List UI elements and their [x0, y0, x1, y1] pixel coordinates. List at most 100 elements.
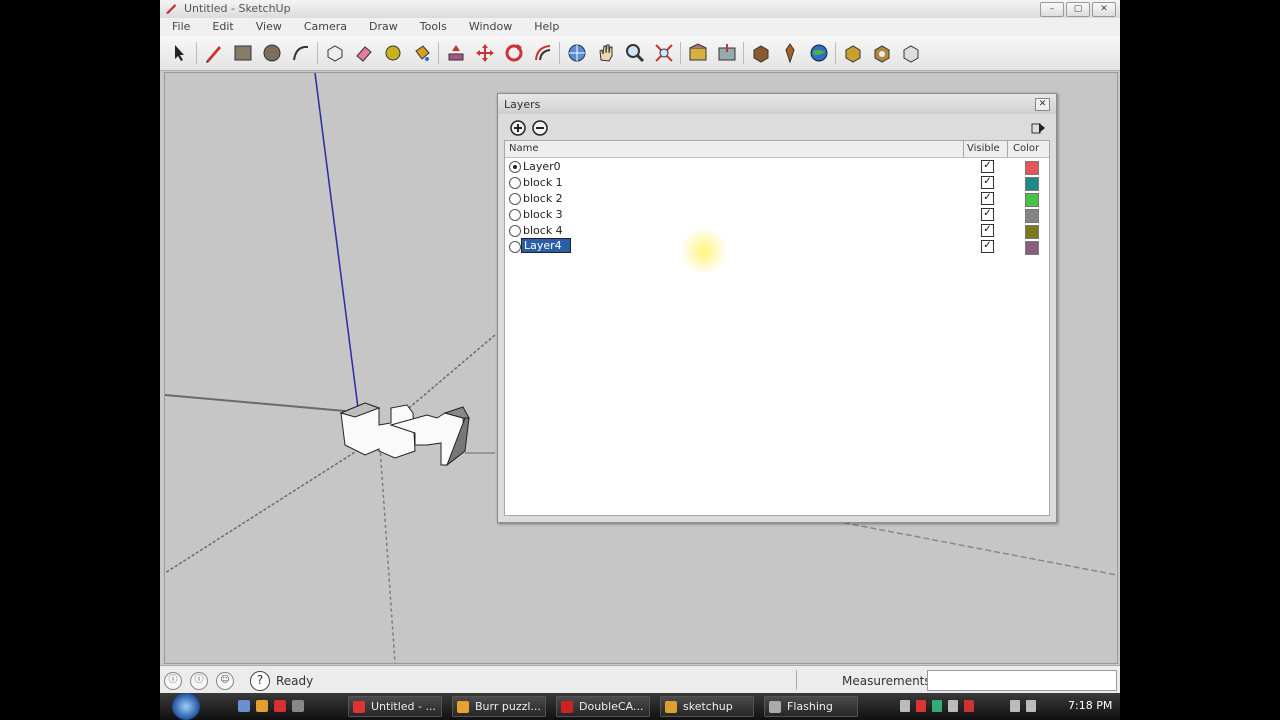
minimize-button[interactable]: –	[1040, 2, 1064, 17]
layer-row[interactable]: block 3 ✓	[505, 207, 1049, 223]
menu-view[interactable]: View	[244, 18, 292, 36]
layers-details-button[interactable]	[1030, 120, 1046, 136]
close-button[interactable]: ✕	[1092, 2, 1116, 17]
task-flashing[interactable]: Flashing	[764, 696, 858, 717]
layer-row[interactable]: Layer0 ✓	[505, 159, 1049, 175]
pencil-tool[interactable]	[202, 41, 226, 65]
google-earth-tool[interactable]	[807, 41, 831, 65]
layer-visible-checkbox[interactable]: ✓	[981, 160, 994, 173]
task-sketchup[interactable]: Untitled - ...	[348, 696, 442, 717]
circle-tool[interactable]	[260, 41, 284, 65]
tape-measure-tool[interactable]	[381, 41, 405, 65]
layer-row[interactable]: block 1 ✓	[505, 175, 1049, 191]
zoom-extents-tool[interactable]	[652, 41, 676, 65]
push-pull-tool[interactable]	[444, 41, 468, 65]
active-layer-radio[interactable]	[509, 177, 521, 189]
layer-row[interactable]: Layer4 ✓	[505, 238, 1049, 255]
layers-dialog-close-button[interactable]: ✕	[1035, 98, 1050, 111]
menu-window[interactable]: Window	[457, 18, 522, 36]
layer-row[interactable]: block 4 ✓	[505, 223, 1049, 239]
layer-name-edit-field[interactable]: Layer4	[521, 238, 571, 253]
network-tray-icon[interactable]	[1010, 700, 1020, 712]
eraser-tool[interactable]	[352, 41, 376, 65]
pan-tool[interactable]	[594, 41, 618, 65]
rectangle-tool[interactable]	[231, 41, 255, 65]
volume-tray-icon[interactable]	[1026, 700, 1036, 712]
offset-tool[interactable]	[531, 41, 555, 65]
browser-quicklaunch-icon[interactable]	[256, 700, 268, 712]
layers-dialog-titlebar[interactable]: Layers ✕	[498, 94, 1056, 114]
layer-visible-checkbox[interactable]: ✓	[981, 192, 994, 205]
tray-icon-3[interactable]	[932, 700, 942, 712]
active-layer-radio[interactable]	[509, 225, 521, 237]
column-header-visible[interactable]: Visible	[967, 143, 1000, 154]
start-button[interactable]	[172, 693, 200, 720]
layer-visible-checkbox[interactable]: ✓	[981, 224, 994, 237]
task-doublecad[interactable]: DoubleCA...	[556, 696, 650, 717]
arc-tool[interactable]	[289, 41, 313, 65]
hand-icon	[599, 44, 613, 62]
zoom-tool[interactable]	[623, 41, 647, 65]
menu-help[interactable]: Help	[522, 18, 569, 36]
component-icon	[327, 45, 343, 62]
get-models-tool[interactable]	[686, 41, 710, 65]
help-icon[interactable]: ?	[250, 671, 270, 691]
move-tool[interactable]	[473, 41, 497, 65]
menu-tools[interactable]: Tools	[408, 18, 457, 36]
place-model-tool[interactable]	[749, 41, 773, 65]
share-model-tool[interactable]	[715, 41, 739, 65]
layer-color-swatch[interactable]	[1025, 241, 1039, 255]
column-header-color[interactable]: Color	[1013, 143, 1039, 154]
show-desktop-icon[interactable]	[238, 700, 250, 712]
layer-visible-checkbox[interactable]: ✓	[981, 240, 994, 253]
layer-color-swatch[interactable]	[1025, 193, 1039, 207]
add-layer-button[interactable]	[510, 120, 526, 136]
layer-color-swatch[interactable]	[1025, 177, 1039, 191]
layer-color-swatch[interactable]	[1025, 161, 1039, 175]
rectangle-icon	[234, 45, 252, 61]
folder-quicklaunch-icon[interactable]	[292, 700, 304, 712]
active-layer-radio[interactable]	[509, 161, 521, 173]
vertical-dashed-line	[379, 446, 396, 663]
layer-visible-checkbox[interactable]: ✓	[981, 208, 994, 221]
make-component-tool[interactable]	[323, 41, 347, 65]
geo-location-status-icon[interactable]: ⓘ	[164, 672, 182, 690]
flashing-task-icon	[769, 701, 781, 713]
active-layer-radio[interactable]	[509, 193, 521, 205]
task-burr-puzzle[interactable]: Burr puzzl...	[452, 696, 546, 717]
arrow-icon	[175, 45, 184, 61]
tray-icon-2[interactable]	[916, 700, 926, 712]
tray-icon-5[interactable]	[964, 700, 974, 712]
column-header-name[interactable]: Name	[509, 143, 539, 154]
maximize-button[interactable]: ▢	[1066, 2, 1090, 17]
layer-color-swatch[interactable]	[1025, 225, 1039, 239]
components-window-tool[interactable]	[841, 41, 865, 65]
burr-puzzle-block[interactable]	[339, 402, 470, 467]
user-status-icon[interactable]: ☺	[216, 672, 234, 690]
layer-row[interactable]: block 2 ✓	[505, 191, 1049, 207]
credits-status-icon[interactable]: ⓘ	[190, 672, 208, 690]
tray-icon-1[interactable]	[900, 700, 910, 712]
tray-icon-4[interactable]	[948, 700, 958, 712]
active-layer-radio[interactable]	[509, 209, 521, 221]
layer-color-swatch[interactable]	[1025, 209, 1039, 223]
menu-file[interactable]: File	[160, 18, 200, 36]
app-quicklaunch-icon[interactable]	[274, 700, 286, 712]
move-icon	[476, 44, 494, 62]
menu-camera[interactable]: Camera	[292, 18, 357, 36]
get-location-tool[interactable]	[778, 41, 802, 65]
styles-window-tool[interactable]	[899, 41, 923, 65]
active-layer-radio[interactable]	[509, 241, 521, 253]
task-sketchup-folder[interactable]: sketchup	[660, 696, 754, 717]
measurements-input[interactable]	[927, 670, 1117, 691]
menu-edit[interactable]: Edit	[200, 18, 243, 36]
delete-layer-button[interactable]	[532, 120, 548, 136]
paint-bucket-tool[interactable]	[410, 41, 434, 65]
orbit-tool[interactable]	[565, 41, 589, 65]
rotate-tool[interactable]	[502, 41, 526, 65]
menu-draw[interactable]: Draw	[357, 18, 408, 36]
layer-name: block 2	[523, 192, 563, 205]
layer-visible-checkbox[interactable]: ✓	[981, 176, 994, 189]
select-tool[interactable]	[168, 41, 192, 65]
materials-window-tool[interactable]	[870, 41, 894, 65]
